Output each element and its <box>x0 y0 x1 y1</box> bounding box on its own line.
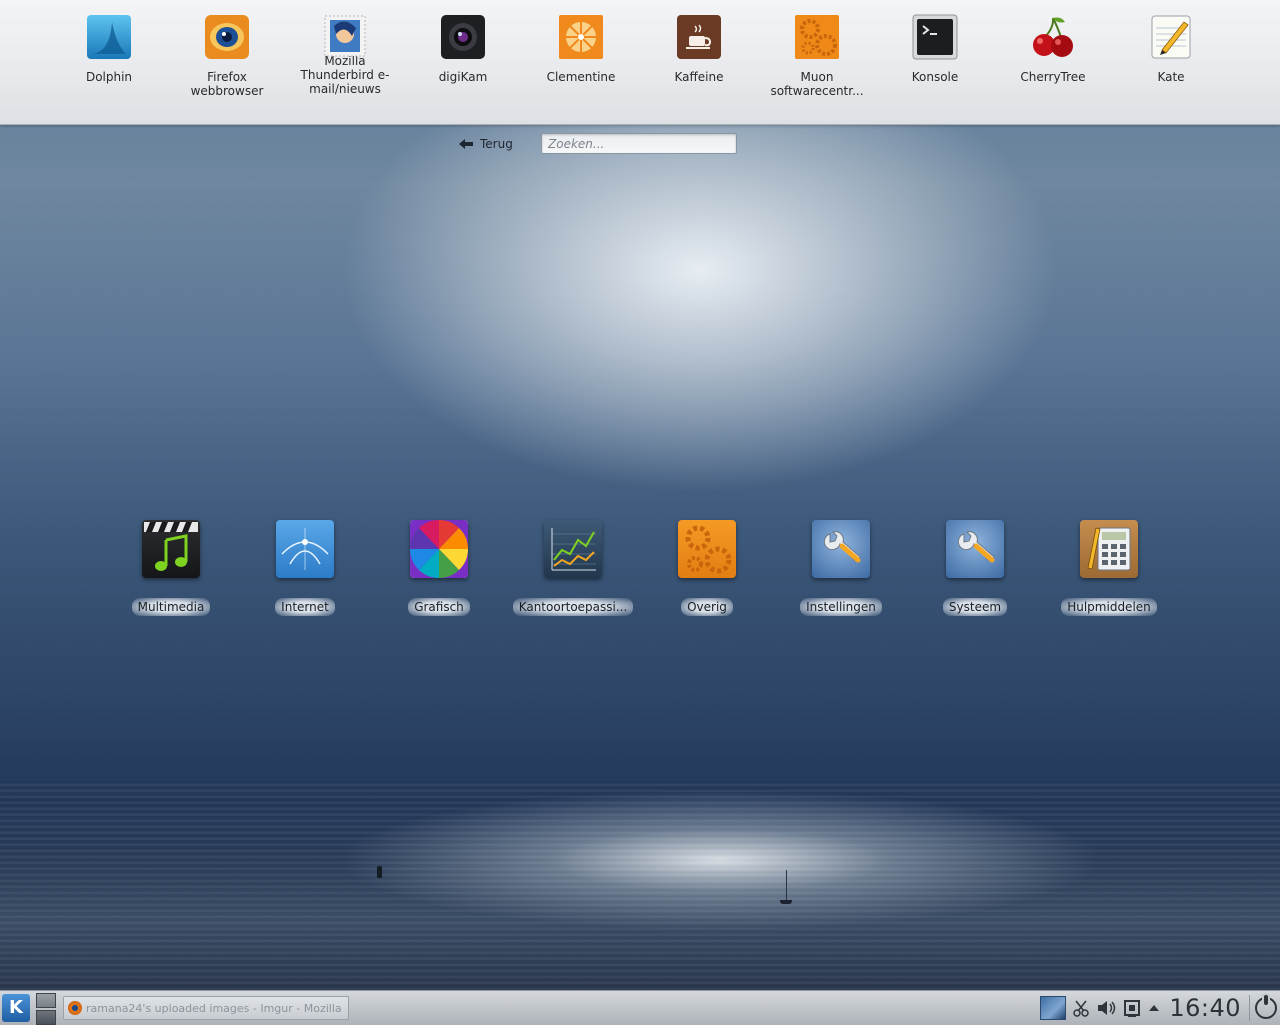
favorite-label: Dolphin <box>85 70 133 84</box>
konsole-icon <box>912 14 958 60</box>
favorite-label: Konsole <box>911 70 959 84</box>
category-kantoor[interactable]: Kantoortoepassi... <box>506 520 640 616</box>
back-label: Terug <box>480 137 513 151</box>
category-label: Grafisch <box>408 598 470 616</box>
favorite-label: Muon softwarecentr... <box>770 70 864 98</box>
taskbar: K ramana24's uploaded images - Imgur - M… <box>0 990 1280 1025</box>
clementine-icon <box>558 14 604 60</box>
volume-icon[interactable] <box>1096 991 1116 1025</box>
category-instellingen[interactable]: Instellingen <box>774 520 908 616</box>
system-icon <box>946 520 1004 578</box>
favorite-label: Clementine <box>546 70 616 84</box>
favorite-digikam[interactable]: digiKam <box>405 14 521 84</box>
back-button[interactable]: Terug <box>458 136 513 152</box>
favorite-muon[interactable]: Muon softwarecentr... <box>759 14 875 98</box>
category-label: Overig <box>681 598 733 616</box>
favorite-firefox[interactable]: Firefox webbrowser <box>169 14 285 98</box>
digikam-icon <box>440 14 486 60</box>
category-systeem[interactable]: Systeem <box>908 520 1042 616</box>
favorite-label: digiKam <box>438 70 488 84</box>
show-desktop-button[interactable] <box>1040 991 1067 1025</box>
wallpaper-sea <box>0 780 1280 990</box>
favorite-dolphin[interactable]: Dolphin <box>51 14 167 84</box>
category-label: Internet <box>275 598 335 616</box>
leave-button[interactable] <box>1255 991 1277 1025</box>
tray-expand-icon[interactable] <box>1148 991 1160 1025</box>
category-hulpmiddelen[interactable]: Hulpmiddelen <box>1042 520 1176 616</box>
favorite-label: Firefox webbrowser <box>190 70 264 98</box>
settings-icon <box>812 520 870 578</box>
multimedia-icon <box>142 520 200 578</box>
desktop-icon <box>1040 996 1067 1020</box>
category-label: Hulpmiddelen <box>1061 598 1157 616</box>
category-label: Systeem <box>942 598 1008 616</box>
desktop-pager[interactable] <box>36 993 56 1025</box>
power-icon <box>1255 995 1277 1019</box>
category-internet[interactable]: Internet <box>238 520 372 616</box>
tray-separator <box>1249 995 1250 1021</box>
favorite-label: CherryTree <box>1020 70 1086 84</box>
internet-icon <box>276 520 334 578</box>
firefox-icon <box>68 1001 82 1015</box>
category-multimedia[interactable]: Multimedia <box>104 520 238 616</box>
favorite-label: Kate <box>1157 70 1185 84</box>
favorite-clementine[interactable]: Clementine <box>523 14 639 84</box>
wallpaper-boat <box>780 870 792 904</box>
favorite-label: Mozilla Thunderbird e-mail/nieuws <box>300 54 390 96</box>
category-grafisch[interactable]: Grafisch <box>372 520 506 616</box>
favorite-kate[interactable]: Kate <box>1113 14 1229 84</box>
kate-icon <box>1148 14 1194 60</box>
application-launcher-button[interactable]: K <box>2 994 30 1022</box>
klipper-icon[interactable] <box>1072 991 1090 1025</box>
task-title: ramana24's uploaded images - Imgur - Moz… <box>86 1001 342 1015</box>
firefox-icon <box>204 14 250 60</box>
muon-icon <box>794 14 840 60</box>
favorite-kaffeine[interactable]: Kaffeine <box>641 14 757 84</box>
category-label: Multimedia <box>131 598 211 616</box>
network-icon[interactable] <box>1122 991 1142 1025</box>
category-overig[interactable]: Overig <box>640 520 774 616</box>
cherrytree-icon <box>1030 14 1076 60</box>
search-input[interactable] <box>541 133 737 154</box>
kaffeine-icon <box>676 14 722 60</box>
favorites-panel: Dolphin Firefox webbrowser Mozilla Thund… <box>0 0 1280 125</box>
office-icon <box>544 520 602 578</box>
taskbar-task-firefox[interactable]: ramana24's uploaded images - Imgur - Moz… <box>63 996 349 1020</box>
pager-desktop-2[interactable] <box>36 1010 56 1025</box>
favorite-cherrytree[interactable]: CherryTree <box>995 14 1111 84</box>
wallpaper-buoy <box>377 866 382 878</box>
favorite-label: Kaffeine <box>674 70 724 84</box>
dolphin-icon <box>86 14 132 60</box>
utilities-icon <box>1080 520 1138 578</box>
category-label: Kantoortoepassi... <box>512 598 634 616</box>
category-label: Instellingen <box>800 598 882 616</box>
system-tray: 16:40 <box>1037 991 1280 1025</box>
favorite-konsole[interactable]: Konsole <box>877 14 993 84</box>
graphics-icon <box>410 520 468 578</box>
arrow-left-icon <box>458 138 474 150</box>
clock[interactable]: 16:40 <box>1163 994 1247 1022</box>
pager-desktop-1[interactable] <box>36 993 56 1008</box>
favorite-thunderbird[interactable]: Mozilla Thunderbird e-mail/nieuws <box>287 14 403 96</box>
other-icon <box>678 520 736 578</box>
thunderbird-icon <box>322 14 368 57</box>
